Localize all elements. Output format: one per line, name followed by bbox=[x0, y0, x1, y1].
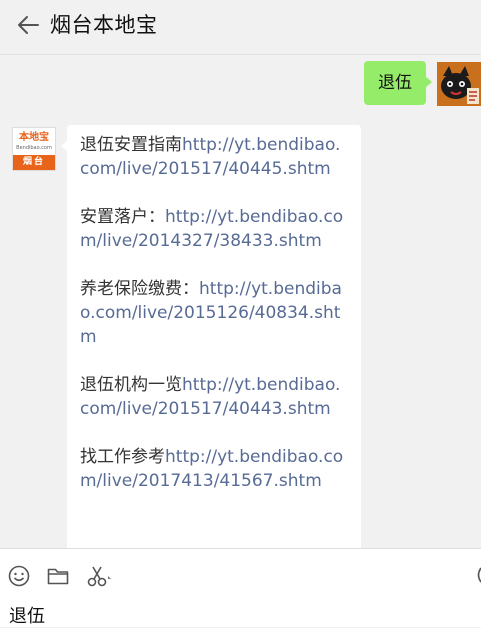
bot-avatar-city: 烟台 bbox=[13, 155, 55, 170]
entry-label: 养老保险缴费： bbox=[80, 279, 199, 299]
entry-label: 退伍安置指南 bbox=[80, 135, 182, 155]
back-arrow-icon[interactable] bbox=[14, 11, 42, 39]
message-entry: 退伍机构一览http://yt.bendibao.com/live/201517… bbox=[80, 373, 349, 421]
message-input[interactable]: 退伍 bbox=[9, 602, 45, 628]
message-list[interactable]: 退伍 本地宝 Bendibao.com 烟台 退伍安置指南http://yt.b… bbox=[0, 55, 481, 548]
chat-header: 烟台本地宝 bbox=[0, 0, 481, 55]
message-entry: 退伍安置指南http://yt.bendibao.com/live/201517… bbox=[80, 133, 349, 181]
message-input-area: 退伍 bbox=[0, 548, 481, 627]
bot-avatar[interactable]: 本地宝 Bendibao.com 烟台 bbox=[12, 127, 56, 171]
entry-label: 退伍机构一览 bbox=[80, 375, 182, 395]
folder-icon[interactable] bbox=[46, 564, 70, 588]
my-avatar[interactable] bbox=[437, 62, 481, 106]
more-tools-icon[interactable] bbox=[474, 565, 481, 585]
bot-message-bubble: 退伍安置指南http://yt.bendibao.com/live/201517… bbox=[61, 125, 361, 548]
my-message-bubble[interactable]: 退伍 bbox=[364, 61, 432, 105]
entry-label: 安置落户： bbox=[80, 207, 165, 227]
message-entry: 找工作参考http://yt.bendibao.com/live/2017413… bbox=[80, 445, 349, 493]
bot-avatar-logo: 本地宝 Bendibao.com bbox=[13, 128, 55, 155]
emoji-icon[interactable] bbox=[7, 564, 31, 588]
bot-avatar-brand: 本地宝 bbox=[19, 132, 49, 143]
bot-avatar-domain: Bendibao.com bbox=[16, 145, 52, 151]
message-entry: 养老保险缴费：http://yt.bendibao.com/live/20151… bbox=[80, 277, 349, 349]
message-entry: 安置落户：http://yt.bendibao.com/live/2014327… bbox=[80, 205, 349, 253]
scissors-icon[interactable] bbox=[86, 564, 111, 588]
chat-title: 烟台本地宝 bbox=[50, 13, 158, 37]
entry-label: 找工作参考 bbox=[80, 447, 165, 467]
